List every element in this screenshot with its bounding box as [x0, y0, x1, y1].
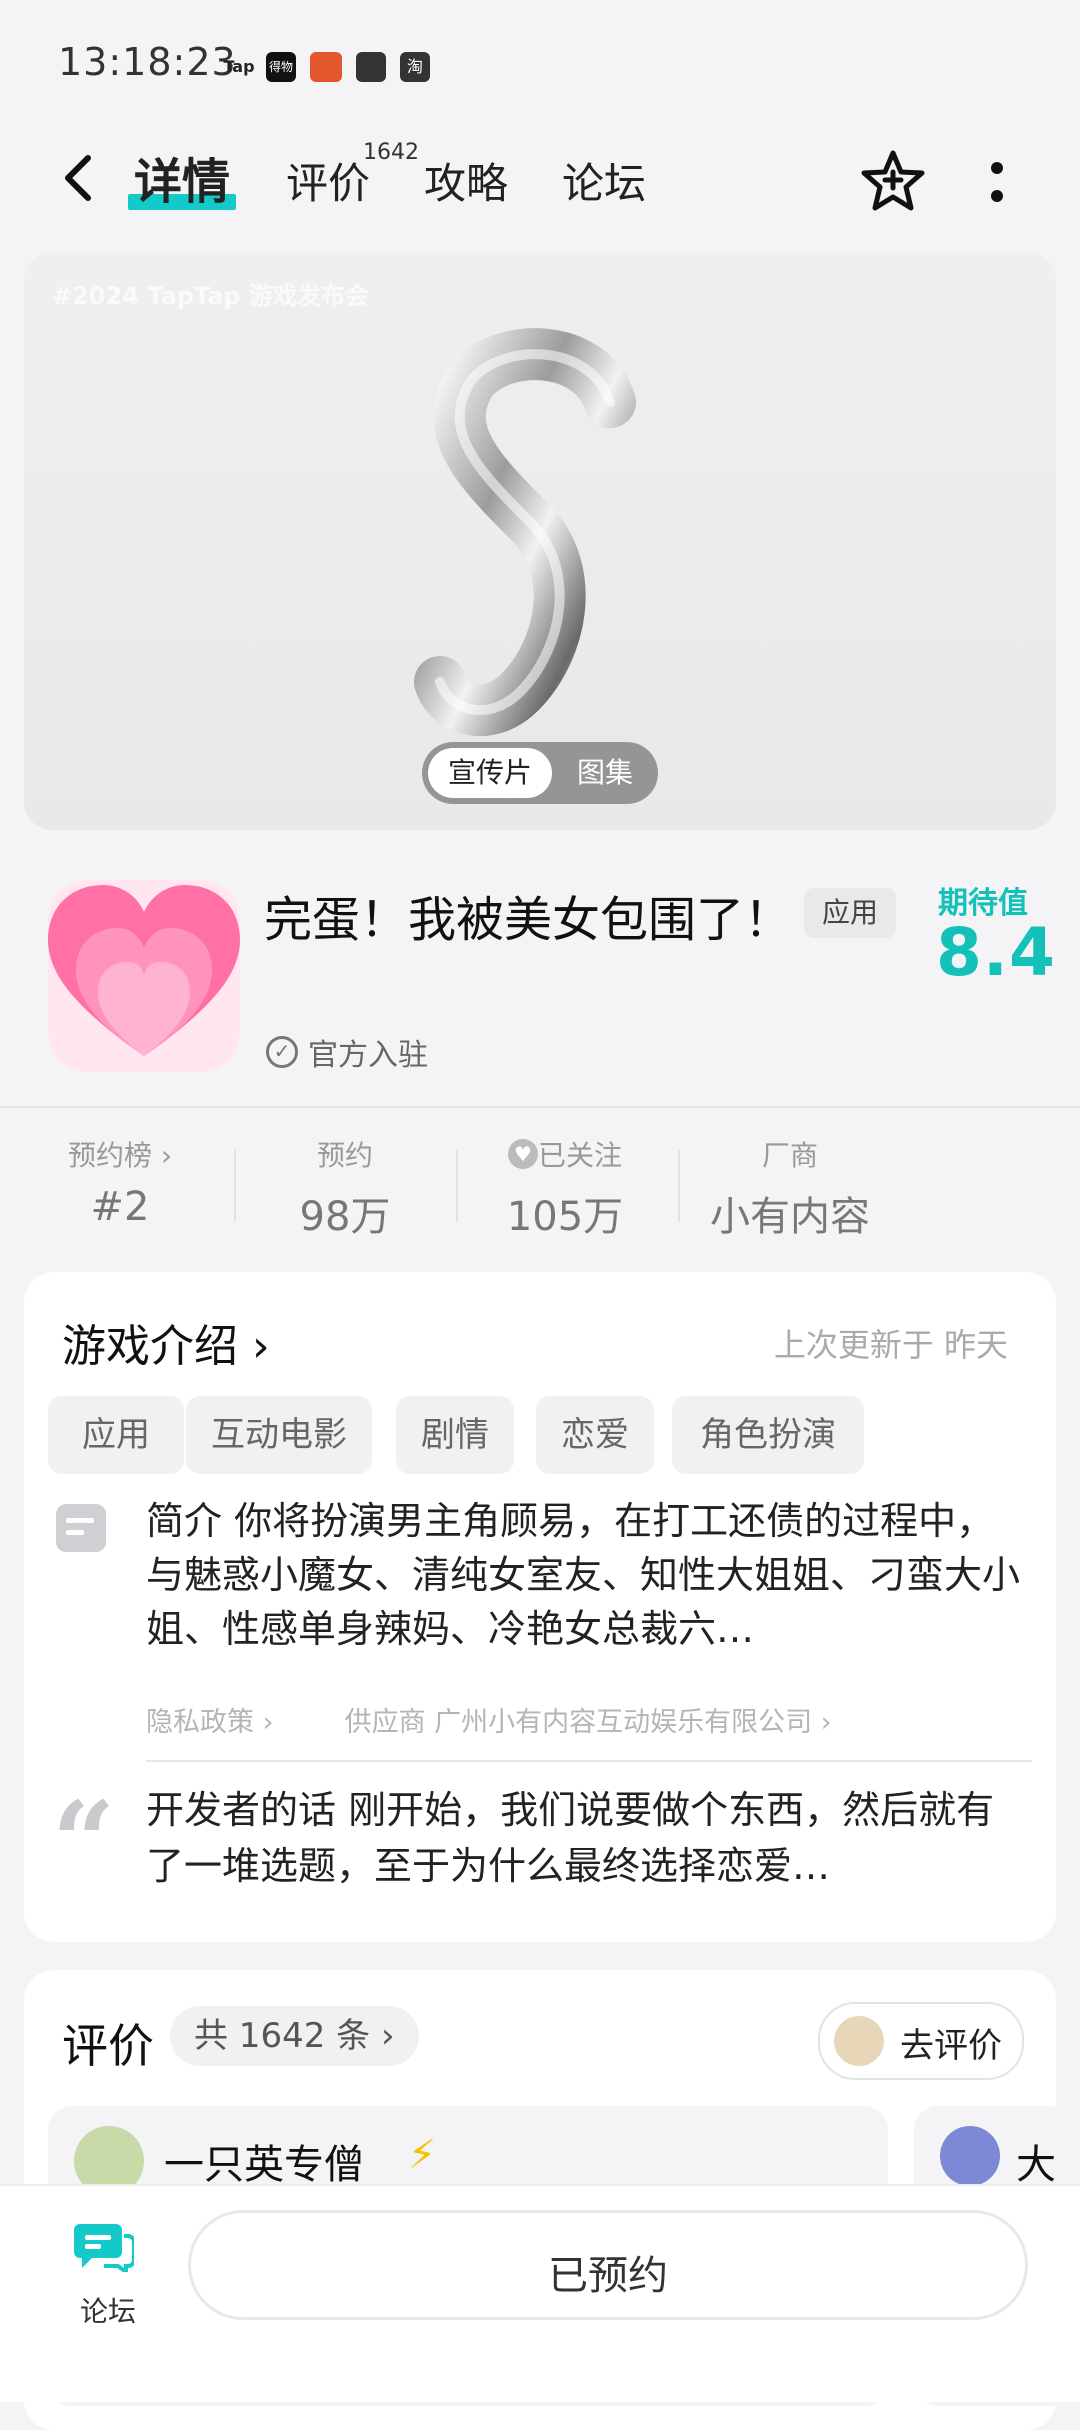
tag-chip[interactable]: 剧情 [396, 1396, 514, 1474]
stat-divider [234, 1150, 236, 1222]
check-circle-icon: ✓ [266, 1036, 298, 1068]
stat-reservations-label: 预约 [316, 1139, 373, 1172]
brief-doc-icon [56, 1504, 106, 1552]
forum-button[interactable] [74, 2220, 136, 2276]
reviewer-avatar[interactable] [940, 2126, 1000, 2186]
reviews-count-button[interactable]: 共 1642 条 › [170, 2006, 419, 2066]
write-review-button[interactable]: 去评价 [818, 2002, 1024, 2080]
tab-guides[interactable]: 攻略 [424, 150, 508, 211]
stat-publisher-value[interactable]: 小有内容 [690, 1184, 890, 1242]
stat-divider [456, 1150, 458, 1222]
reviewer-name[interactable]: 一只英专僧 [164, 2132, 364, 2190]
privacy-link[interactable]: 隐私政策 › [146, 1707, 273, 1738]
dewu-notification-icon: 得物 [266, 52, 296, 82]
user-avatar [834, 2016, 884, 2066]
privacy-row: 隐私政策 › 供应商 广州小有内容互动娱乐有限公司 › [146, 1700, 832, 1739]
app-title: 完蛋！我被美女包围了！ [264, 892, 793, 948]
reserved-button[interactable]: 已预约 [188, 2210, 1028, 2320]
brief-text[interactable]: 简介 你将扮演男主角顾易，在打工还债的过程中，与魅惑小魔女、清纯女室友、知性大姐… [146, 1494, 1026, 1656]
reviews-title: 评价 [62, 2019, 154, 2073]
supplier-link[interactable]: 供应商 广州小有内容互动娱乐有限公司 › [345, 1707, 832, 1738]
stat-rank-value[interactable]: #2 [40, 1184, 200, 1230]
back-button[interactable] [58, 148, 98, 208]
bottom-action-bar: 论坛 已预约 [0, 2184, 1080, 2402]
game-intro-card: 游戏介绍 › 上次更新于 昨天 应用 互动电影 剧情 恋爱 角色扮演 简介 你将… [24, 1272, 1056, 1942]
toggle-gallery[interactable]: 图集 [560, 748, 650, 798]
media-watermark: #2024 TapTap 游戏发布会 [52, 282, 369, 310]
more-dots-icon [991, 162, 1003, 202]
chat-notification-icon [356, 52, 386, 82]
tab-reviews[interactable]: 评价 [286, 150, 370, 211]
promo-media[interactable]: #2024 TapTap 游戏发布会 宣传片 图集 [24, 252, 1056, 830]
stat-publisher-label: 厂商 [761, 1139, 818, 1172]
star-icon [861, 150, 925, 211]
app-category-tag[interactable]: 应用 [804, 888, 897, 938]
toggle-video[interactable]: 宣传片 [428, 748, 552, 798]
intro-title[interactable]: 游戏介绍 › [62, 1310, 270, 1374]
stat-reservations-value: 98万 [299, 1194, 391, 1240]
glass-s-logo-image [414, 328, 636, 736]
stat-rank-label[interactable]: 预约榜 › [40, 1134, 200, 1174]
app-icon[interactable] [48, 880, 240, 1072]
tag-chip[interactable]: 互动电影 [186, 1396, 372, 1474]
official-badge: ✓ 官方入驻 [266, 1030, 428, 1074]
heart-check-icon: ♥ [507, 1139, 538, 1169]
reviews-count-badge: 1642 [363, 140, 419, 165]
status-bar: 13:18:23 Tap 得物 淘 [0, 0, 1080, 130]
status-time: 13:18:23 [58, 40, 237, 84]
stat-followers-value: 105万 [506, 1194, 624, 1240]
heart-icon [48, 885, 240, 1056]
follow-star-button[interactable] [860, 148, 926, 214]
forum-chat-icon [74, 2224, 136, 2276]
more-menu-button[interactable] [990, 158, 1004, 206]
tab-detail[interactable]: 详情 [128, 142, 237, 212]
media-toggle: 宣传片 图集 [422, 742, 658, 804]
game-notification-icon [310, 52, 342, 82]
forum-label[interactable]: 论坛 [80, 2290, 136, 2330]
stat-followers-label: ♥ 已关注 [480, 1134, 650, 1174]
developer-note[interactable]: 开发者的话 刚开始，我们说要做个东西，然后就有了一堆选题，至于为什么最终选择恋爱… [146, 1782, 1026, 1894]
stat-divider [678, 1150, 680, 1222]
intro-updated: 上次更新于 昨天 [773, 1326, 1008, 1364]
expectation-score: 8.4 [936, 914, 1056, 991]
reviewer-name[interactable]: 大 [1016, 2132, 1056, 2190]
divider [0, 1106, 1080, 1108]
lightning-badge-icon: ⚡ [408, 2132, 437, 2178]
back-arrow-icon [65, 155, 91, 201]
quote-icon: “ [52, 1777, 116, 1906]
divider [146, 1760, 1032, 1762]
tag-chip[interactable]: 恋爱 [536, 1396, 654, 1474]
taptap-notification-icon: Tap [223, 57, 255, 76]
tag-chip[interactable]: 应用 [48, 1396, 184, 1474]
taobao-notification-icon: 淘 [400, 52, 430, 82]
tag-chip[interactable]: 角色扮演 [672, 1396, 864, 1474]
tab-forum[interactable]: 论坛 [562, 150, 646, 211]
